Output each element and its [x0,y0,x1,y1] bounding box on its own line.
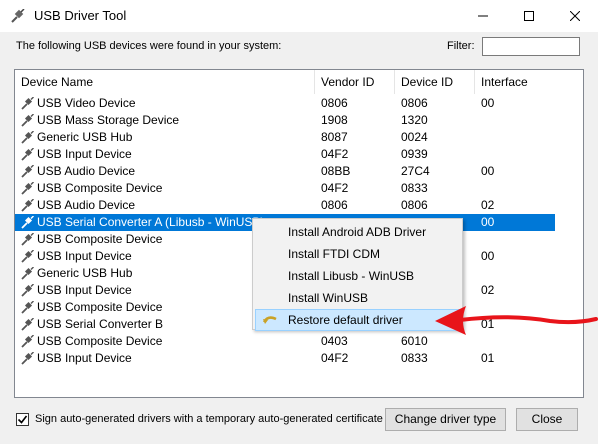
interface-cell: 00 [481,96,495,110]
minimize-button[interactable] [460,0,506,32]
interface-cell: 00 [481,164,495,178]
column-header-interface[interactable]: Interface [475,70,583,94]
title-bar: USB Driver Tool [0,0,598,32]
usb-device-icon [21,182,34,195]
device-name-cell: USB Audio Device [37,164,136,178]
restore-arrow-icon [262,316,277,324]
vendor-id-cell: 0806 [321,198,348,212]
maximize-button[interactable] [506,0,552,32]
device-name-cell: USB Composite Device [37,300,163,314]
list-header: Device Name Vendor ID Device ID Interfac… [15,70,583,94]
device-id-cell: 1320 [401,113,428,127]
menu-item-install-libusb-winusb[interactable]: Install Libusb - WinUSB [255,265,460,287]
device-id-cell: 27C4 [401,164,430,178]
vendor-id-cell: 08BB [321,164,351,178]
vendor-id-cell: 0403 [321,334,348,348]
table-row[interactable]: USB Audio Device 0806 0806 02 [15,197,583,214]
device-name-cell: USB Serial Converter B [37,317,164,331]
interface-cell: 01 [481,351,495,365]
device-name-cell: Generic USB Hub [37,130,133,144]
usb-device-icon [21,114,34,127]
usb-device-icon [21,352,34,365]
vendor-id-cell: 8087 [321,130,348,144]
maximize-icon [524,11,534,21]
device-id-cell: 0806 [401,198,428,212]
device-id-cell: 0833 [401,351,428,365]
close-button[interactable]: Close [516,408,578,431]
filter-input[interactable] [482,37,580,56]
vendor-id-cell: 04F2 [321,351,349,365]
vendor-id-cell: 04F2 [321,147,349,161]
column-header-vendor-id[interactable]: Vendor ID [315,70,395,94]
vendor-id-cell: 0806 [321,96,348,110]
device-name-cell: Generic USB Hub [37,266,133,280]
checkmark-icon [17,415,28,424]
device-name-cell: USB Composite Device [37,334,163,348]
interface-cell: 00 [481,215,495,229]
device-id-cell: 6010 [401,334,428,348]
device-name-cell: USB Input Device [37,147,132,161]
menu-item-install-ftdi-cdm[interactable]: Install FTDI CDM [255,243,460,265]
usb-device-icon [21,131,34,144]
device-id-cell: 0939 [401,147,428,161]
usb-device-icon [21,233,34,246]
table-row[interactable]: USB Input Device 04F2 0833 01 [15,350,583,367]
table-row[interactable]: USB Mass Storage Device 1908 1320 [15,112,583,129]
minimize-icon [478,15,488,17]
filter-label: Filter: [447,40,475,52]
sign-drivers-label: Sign auto-generated drivers with a tempo… [35,413,383,425]
usb-device-icon [21,318,34,331]
device-name-cell: USB Input Device [37,283,132,297]
device-name-cell: USB Composite Device [37,232,163,246]
window-title: USB Driver Tool [34,8,127,23]
device-name-cell: USB Mass Storage Device [37,113,180,127]
device-name-cell: USB Video Device [37,96,136,110]
usb-device-icon [21,301,34,314]
interface-cell: 00 [481,249,495,263]
usb-device-icon [21,250,34,263]
device-id-cell: 0806 [401,96,428,110]
device-name-cell: USB Input Device [37,249,132,263]
table-row[interactable]: USB Video Device 0806 0806 00 [15,95,583,112]
device-name-cell: USB Audio Device [37,198,136,212]
usb-device-icon [21,199,34,212]
sign-drivers-checkbox[interactable] [16,413,29,426]
interface-cell: 02 [481,198,495,212]
menu-item-label: Restore default driver [288,313,403,327]
usb-plug-icon [11,9,25,23]
interface-cell: 02 [481,283,495,297]
device-name-cell: USB Serial Converter A (Libusb - WinUSB) [37,215,265,229]
devices-found-label: The following USB devices were found in … [16,40,282,52]
device-id-cell: 0024 [401,130,428,144]
device-name-cell: USB Composite Device [37,181,163,195]
change-driver-type-button[interactable]: Change driver type [385,408,506,431]
column-header-device-name[interactable]: Device Name [15,70,315,94]
close-icon [570,11,580,21]
usb-device-icon [21,335,34,348]
usb-device-icon [21,284,34,297]
menu-item-install-android-adb[interactable]: Install Android ADB Driver [255,221,460,243]
vendor-id-cell: 1908 [321,113,348,127]
red-arrow-icon [435,306,598,335]
usb-device-icon [21,97,34,110]
usb-device-icon [21,148,34,161]
device-name-cell: USB Input Device [37,351,132,365]
device-id-cell: 0833 [401,181,428,195]
table-row[interactable]: USB Composite Device 04F2 0833 [15,180,583,197]
column-header-device-id[interactable]: Device ID [395,70,475,94]
table-row[interactable]: USB Input Device 04F2 0939 [15,146,583,163]
usb-device-icon [21,216,34,229]
usb-device-icon [21,165,34,178]
usb-device-icon [21,267,34,280]
vendor-id-cell: 04F2 [321,181,349,195]
table-row[interactable]: Generic USB Hub 8087 0024 [15,129,583,146]
close-window-button[interactable] [552,0,598,32]
table-row[interactable]: USB Audio Device 08BB 27C4 00 [15,163,583,180]
